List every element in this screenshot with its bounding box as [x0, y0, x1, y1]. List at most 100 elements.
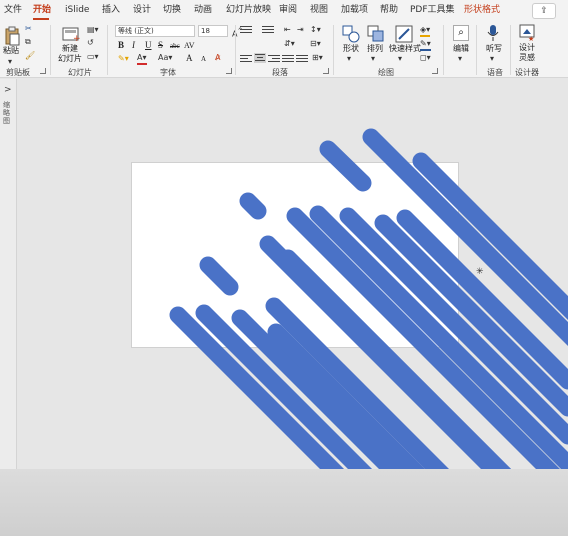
tab-addins[interactable]: 加载项 [341, 4, 368, 16]
clipboard-group-label: 剪贴板 [6, 68, 30, 77]
drawing-launcher-icon[interactable] [432, 68, 438, 74]
shapes-icon[interactable] [342, 25, 360, 43]
smartart-icon[interactable]: ⊞▾ [312, 53, 323, 63]
cut-icon[interactable]: ✂ [25, 24, 32, 34]
tab-slideshow[interactable]: 幻灯片放映 [226, 4, 271, 16]
dictate-button[interactable]: 听写 [486, 44, 502, 54]
clipboard-launcher-icon[interactable] [40, 68, 46, 74]
tab-islide[interactable]: iSlide [65, 4, 89, 16]
change-case-icon[interactable]: Aa▾ [158, 53, 172, 63]
shapes-button[interactable]: 形状 [343, 44, 359, 54]
divider [443, 25, 444, 75]
divider [235, 25, 236, 75]
editing-icon[interactable]: ⌕ [453, 25, 469, 41]
align-right-icon[interactable] [268, 55, 280, 65]
shape-outline-icon[interactable]: ✎▾ [420, 39, 431, 51]
decrease-indent-icon[interactable]: ⇤ [284, 25, 291, 35]
paste-icon[interactable] [4, 26, 20, 46]
strikethrough-button[interactable]: S [158, 40, 163, 51]
svg-text:+: + [73, 34, 80, 42]
move-cursor-icon: ✳ [476, 267, 484, 277]
font-size-select[interactable]: 18 [198, 25, 228, 37]
slides-group-label: 幻灯片 [68, 68, 92, 77]
line-spacing-icon[interactable]: ↕▾ [310, 25, 321, 35]
shape-fill-icon[interactable]: ◈▾ [420, 25, 431, 37]
microphone-icon[interactable] [487, 24, 499, 42]
section-icon[interactable]: ▭▾ [87, 52, 99, 62]
tab-file[interactable]: 文件 [4, 4, 22, 16]
tab-help[interactable]: 帮助 [380, 4, 398, 16]
arrange-button[interactable]: 排列 [367, 44, 383, 54]
tab-insert[interactable]: 插入 [102, 4, 120, 16]
slide-canvas[interactable]: ✳ [18, 79, 568, 469]
align-center-icon[interactable] [254, 53, 266, 63]
paste-dropdown-icon[interactable]: ▾ [8, 57, 12, 67]
tab-shape-format[interactable]: 形状格式 [464, 4, 500, 16]
grow-font-button[interactable]: A [186, 53, 193, 64]
quick-styles-dropdown-icon[interactable]: ▾ [398, 54, 402, 64]
italic-button[interactable]: I [132, 40, 135, 51]
font-group-label: 字体 [160, 68, 176, 77]
shrink-font-button[interactable]: A [201, 54, 206, 65]
char-spacing-button[interactable]: AV [184, 40, 195, 51]
powerpoint-window: 文件 开始 iSlide 插入 设计 切换 动画 幻灯片放映 审阅 视图 加载项… [0, 0, 568, 536]
designer-button[interactable]: 设计 灵感 [519, 43, 535, 63]
increase-indent-icon[interactable]: ⇥ [297, 25, 304, 35]
tab-animations[interactable]: 动画 [194, 4, 212, 16]
diagonal-bar-shape[interactable] [239, 192, 267, 220]
font-family-select[interactable]: 等线 (正文) [115, 25, 195, 37]
shape-effects-icon[interactable]: ◻▾ [420, 53, 431, 63]
tab-pdf-tools[interactable]: PDF工具集 [410, 4, 455, 16]
diagonal-bar-shape[interactable] [319, 140, 372, 192]
tab-design[interactable]: 设计 [133, 4, 151, 16]
share-icon[interactable]: ⇪ [532, 3, 556, 19]
bullets-icon[interactable] [240, 26, 252, 36]
align-left-icon[interactable] [240, 55, 252, 65]
lower-area [0, 469, 568, 536]
paragraph-launcher-icon[interactable] [323, 68, 329, 74]
paste-button[interactable]: 粘贴 [3, 46, 19, 56]
bold-button[interactable]: B [118, 40, 124, 51]
highlight-icon[interactable]: ✎▾ [118, 54, 129, 64]
editing-button[interactable]: 编辑 [453, 44, 469, 54]
align-text-icon[interactable]: ⊟▾ [310, 39, 321, 49]
underline-button[interactable]: U [145, 40, 152, 51]
quick-styles-button[interactable]: 快速样式 [389, 44, 421, 54]
designer-icon[interactable]: ★ [519, 24, 535, 43]
clear-format-icon[interactable]: A̷ [215, 53, 220, 63]
new-slide-button[interactable]: 新建 幻灯片 [58, 44, 82, 64]
diagonal-bar-shape[interactable] [199, 256, 239, 296]
drawing-group-label: 绘图 [378, 68, 394, 77]
format-painter-icon[interactable]: 🖌 [25, 51, 35, 61]
justify-icon[interactable] [282, 55, 294, 65]
numbering-icon[interactable] [262, 26, 274, 36]
text-direction-icon[interactable]: ⇵▾ [284, 39, 295, 49]
arrange-dropdown-icon[interactable]: ▾ [371, 54, 375, 64]
divider [333, 25, 334, 75]
expand-thumbnails-icon[interactable]: > [4, 85, 12, 95]
layout-icon[interactable]: ▤▾ [87, 25, 99, 35]
divider [107, 25, 108, 75]
editing-dropdown-icon[interactable]: ▾ [458, 54, 462, 64]
shadow-button[interactable]: abc [170, 41, 180, 52]
arrange-icon[interactable] [367, 25, 385, 43]
thumbnails-label[interactable]: 缩略图 [3, 101, 13, 125]
columns-icon[interactable] [296, 55, 308, 65]
quick-styles-icon[interactable] [395, 25, 413, 43]
svg-text:★: ★ [528, 35, 534, 42]
voice-group-label: 语音 [487, 68, 503, 77]
tab-home[interactable]: 开始 [33, 4, 51, 16]
reset-icon[interactable]: ↺ [87, 38, 94, 48]
font-launcher-icon[interactable] [226, 68, 232, 74]
tab-review[interactable]: 审阅 [279, 4, 297, 16]
tab-view[interactable]: 视图 [310, 4, 328, 16]
dictate-dropdown-icon[interactable]: ▾ [490, 54, 494, 64]
paragraph-group-label: 段落 [272, 68, 288, 77]
copy-icon[interactable]: ⧉ [25, 37, 31, 47]
shapes-dropdown-icon[interactable]: ▾ [347, 54, 351, 64]
font-color-icon[interactable]: A▾ [137, 53, 147, 65]
thumbnail-pane: > 缩略图 [0, 79, 17, 469]
tab-transitions[interactable]: 切换 [163, 4, 181, 16]
new-slide-icon[interactable]: + [62, 26, 81, 44]
divider [50, 25, 51, 75]
